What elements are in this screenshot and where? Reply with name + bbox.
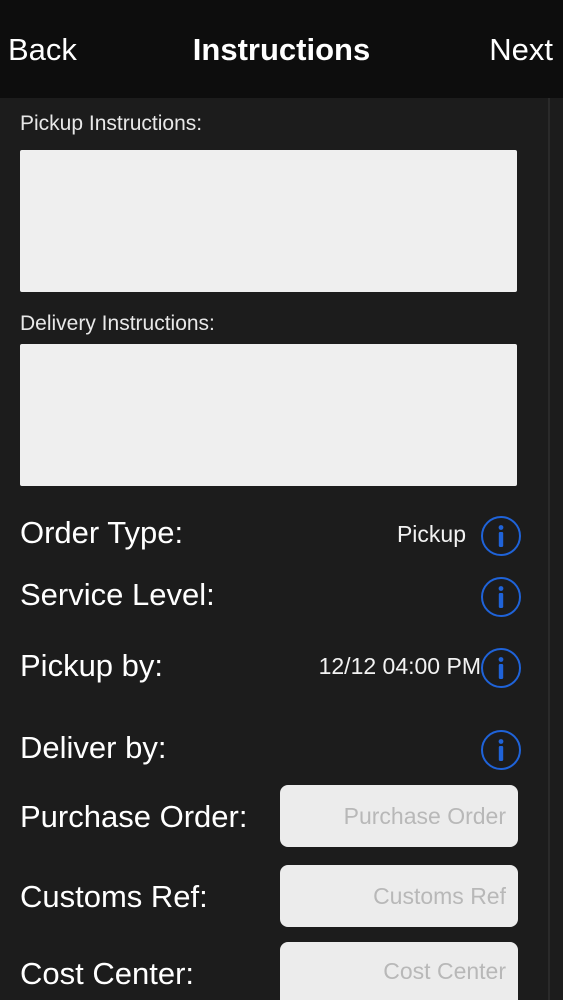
pickup-by-value[interactable]: 12/12 04:00 PM [319, 651, 481, 681]
purchase-order-field[interactable] [280, 785, 518, 847]
pickup-instructions-label: Pickup Instructions: [20, 112, 203, 135]
customs-ref-label: Customs Ref: [20, 879, 208, 914]
cost-center-field[interactable] [280, 942, 518, 1000]
delivery-instructions-textarea[interactable] [20, 344, 517, 486]
pickup-instructions-textarea[interactable] [20, 150, 517, 292]
service-level-label: Service Level: [20, 577, 215, 612]
page-title: Instructions [192, 32, 371, 67]
deliver-by-label: Deliver by: [20, 730, 167, 765]
pickup-by-label: Pickup by: [20, 648, 164, 683]
order-type-label: Order Type: [20, 515, 184, 550]
next-button[interactable]: Next [489, 30, 553, 70]
delivery-instructions-label: Delivery Instructions: [20, 312, 215, 335]
info-icon[interactable] [481, 577, 521, 617]
info-icon[interactable] [481, 516, 521, 556]
scrollbar[interactable] [548, 98, 550, 1000]
purchase-order-label: Purchase Order: [20, 799, 248, 834]
customs-ref-field[interactable] [280, 865, 518, 927]
info-icon[interactable] [481, 730, 521, 770]
order-type-value[interactable]: Pickup [397, 519, 466, 549]
cost-center-label: Cost Center: [20, 956, 195, 991]
navigation-bar: Back Instructions Next [0, 0, 563, 98]
info-icon[interactable] [481, 648, 521, 688]
